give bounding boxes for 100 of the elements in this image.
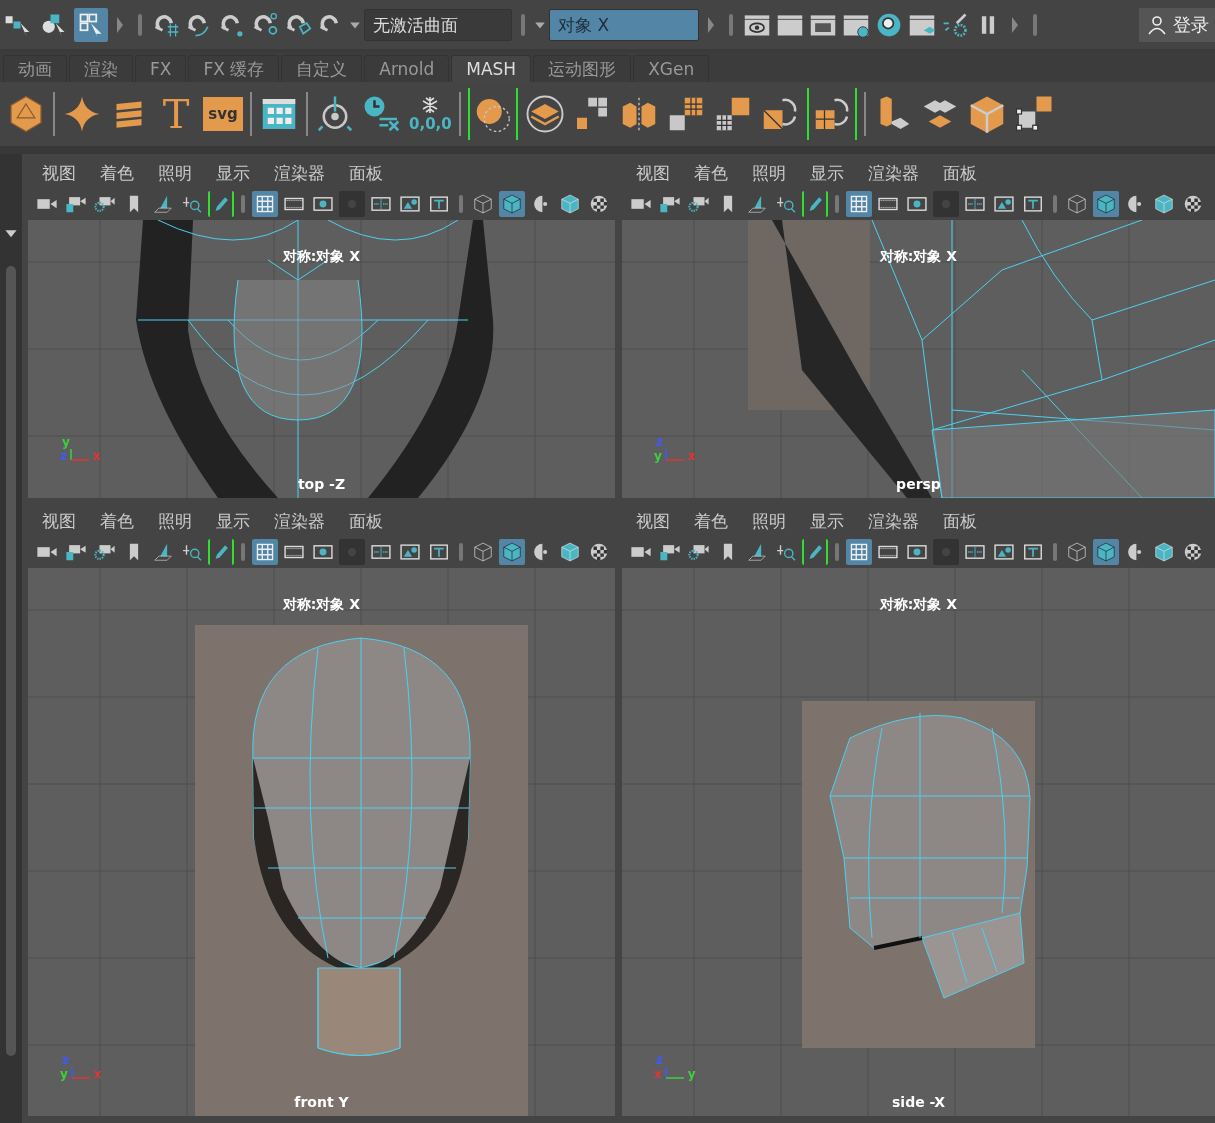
axis-label: y bbox=[60, 1068, 68, 1080]
symmetry-field[interactable]: 对象 X bbox=[549, 8, 699, 41]
axis-label: z bbox=[60, 450, 67, 462]
viewport-menu-item[interactable]: 渲染器 bbox=[274, 161, 325, 185]
textured-cube-icon bbox=[559, 541, 581, 563]
viewport-menu-item[interactable]: 显示 bbox=[810, 161, 844, 185]
camera-label: front Y bbox=[294, 1094, 349, 1110]
shelf-tab[interactable]: Arnold bbox=[364, 55, 450, 82]
axis-label: y bbox=[654, 450, 662, 462]
text-frame-icon bbox=[1022, 193, 1044, 215]
image-icon bbox=[399, 541, 421, 563]
grid-icon bbox=[848, 193, 870, 215]
grid-icon bbox=[254, 193, 276, 215]
checker-icon bbox=[588, 193, 610, 215]
shelf-button[interactable] bbox=[467, 88, 518, 140]
text-frame-icon bbox=[428, 541, 450, 563]
viewport-menu-item[interactable]: 着色 bbox=[100, 161, 134, 185]
viewport-menu-item[interactable]: 照明 bbox=[752, 509, 786, 533]
axis-label: z bbox=[656, 1054, 664, 1066]
selection-mode-button[interactable] bbox=[74, 7, 108, 42]
expand-arrow-icon[interactable] bbox=[1012, 16, 1018, 33]
axis-label: x bbox=[654, 1068, 662, 1080]
svg-tool-button[interactable]: svg bbox=[203, 97, 243, 131]
symmetry-label: 对称:对象 X bbox=[879, 248, 958, 266]
viewport-menu-item[interactable]: 显示 bbox=[216, 509, 250, 533]
shaded-toggle-button[interactable] bbox=[1093, 191, 1119, 217]
shaded-cube-icon bbox=[1095, 193, 1117, 215]
shaded-toggle-button[interactable] bbox=[1093, 539, 1119, 565]
curve-field[interactable]: 无激活曲面 bbox=[364, 8, 512, 41]
shaded-toggle-button[interactable] bbox=[499, 191, 525, 217]
shaded-toggle-button[interactable] bbox=[499, 539, 525, 565]
shelf-tab[interactable]: MASH bbox=[451, 55, 532, 82]
shelf-tab[interactable]: FX 缓存 bbox=[188, 55, 280, 82]
axis-label: x bbox=[687, 450, 696, 462]
viewport-menu-item[interactable]: 视图 bbox=[636, 161, 670, 185]
freeze-button[interactable]: 0,0,0 bbox=[409, 88, 452, 140]
shelf-tab[interactable]: 渲染 bbox=[69, 55, 133, 82]
image-icon bbox=[399, 193, 421, 215]
user-icon bbox=[1147, 14, 1167, 35]
viewport-menu-item[interactable]: 视图 bbox=[42, 509, 76, 533]
shelf-tab[interactable]: 动画 bbox=[3, 55, 67, 82]
viewport-menu-item[interactable]: 视图 bbox=[636, 509, 670, 533]
viewport-menu-item[interactable]: 视图 bbox=[42, 161, 76, 185]
expand-arrow-icon[interactable] bbox=[117, 16, 123, 33]
clock-delete-icon bbox=[362, 94, 402, 134]
axis-icon bbox=[69, 448, 91, 462]
grid-toggle-button[interactable] bbox=[252, 539, 278, 565]
wireframe-cube-icon bbox=[1066, 193, 1088, 215]
viewport-menu-item[interactable]: 面板 bbox=[943, 161, 977, 185]
viewport-menu-item[interactable]: 照明 bbox=[158, 161, 192, 185]
viewport-menu-item[interactable]: 显示 bbox=[216, 161, 250, 185]
wireframe-cube-icon bbox=[472, 193, 494, 215]
viewport-menu-item[interactable]: 着色 bbox=[100, 509, 134, 533]
axis-icon bbox=[663, 448, 686, 462]
shelf-button[interactable] bbox=[806, 88, 857, 140]
viewport-menu-item[interactable]: 渲染器 bbox=[868, 161, 919, 185]
viewport-menu-item[interactable]: 着色 bbox=[694, 161, 728, 185]
shaded-cube-icon bbox=[501, 193, 523, 215]
axis-icon bbox=[69, 1066, 92, 1080]
grid-toggle-button[interactable] bbox=[252, 191, 278, 217]
uv-layout-icon bbox=[1013, 94, 1054, 134]
viewport-menu-item[interactable]: 面板 bbox=[349, 161, 383, 185]
image-icon bbox=[993, 541, 1015, 563]
grid-icon bbox=[254, 541, 276, 563]
plane-icon bbox=[524, 94, 565, 134]
shelf-tab[interactable]: 运动图形 bbox=[533, 55, 632, 82]
symmetry-label: 对称:对象 X bbox=[879, 596, 958, 614]
wireframe-cube-icon bbox=[1066, 541, 1088, 563]
symmetry-label: 对称:对象 X bbox=[282, 596, 361, 614]
viewport-menu-item[interactable]: 着色 bbox=[694, 509, 728, 533]
viewport-menu-item[interactable]: 照明 bbox=[752, 161, 786, 185]
text-tool-button[interactable]: T bbox=[156, 88, 196, 140]
login-button[interactable]: 登录 bbox=[1139, 7, 1215, 42]
grid-icon bbox=[848, 541, 870, 563]
scrollbar[interactable] bbox=[6, 266, 16, 1056]
textured-cube-icon bbox=[1153, 541, 1175, 563]
grid-toggle-button[interactable] bbox=[846, 191, 872, 217]
axis-label: y bbox=[62, 436, 71, 448]
viewport-menu-item[interactable]: 显示 bbox=[810, 509, 844, 533]
textured-cube-icon bbox=[559, 193, 581, 215]
shelf-tab[interactable]: FX bbox=[135, 55, 187, 82]
grid-toggle-button[interactable] bbox=[846, 539, 872, 565]
viewport-menu-item[interactable]: 渲染器 bbox=[868, 509, 919, 533]
viewport-tool-button[interactable] bbox=[208, 539, 234, 565]
viewport-tool-button[interactable] bbox=[802, 191, 828, 217]
viewport-menu-item[interactable]: 照明 bbox=[158, 509, 192, 533]
viewport-tool-button[interactable] bbox=[802, 539, 828, 565]
viewport-menu-item[interactable]: 面板 bbox=[349, 509, 383, 533]
checker-icon bbox=[588, 541, 610, 563]
shaded-cube-icon bbox=[1095, 541, 1117, 563]
axis-label: x bbox=[93, 1068, 102, 1080]
axis-label: z bbox=[62, 1054, 70, 1066]
textured-cube-icon bbox=[1153, 193, 1175, 215]
shelf-tab[interactable]: XGen bbox=[633, 55, 710, 82]
expand-arrow-icon[interactable] bbox=[708, 16, 714, 33]
viewport-tool-button[interactable] bbox=[208, 191, 234, 217]
shelf-tab[interactable]: 自定义 bbox=[281, 55, 363, 82]
viewport-menu-item[interactable]: 渲染器 bbox=[274, 509, 325, 533]
axis-label: x bbox=[93, 450, 101, 462]
viewport-menu-item[interactable]: 面板 bbox=[943, 509, 977, 533]
